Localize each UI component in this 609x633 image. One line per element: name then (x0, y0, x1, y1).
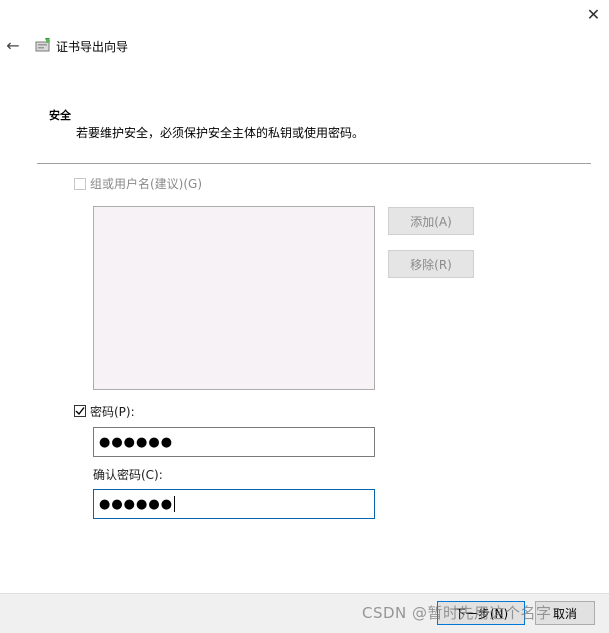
next-button[interactable]: 下一步(N) (437, 601, 525, 625)
close-icon: ✕ (586, 4, 601, 24)
password-input[interactable]: ●●●●●● (93, 427, 375, 457)
cancel-button[interactable]: 取消 (535, 601, 595, 625)
password-value: ●●●●●● (99, 434, 174, 450)
section-description: 若要维护安全，必须保护安全主体的私钥或使用密码。 (76, 126, 365, 140)
back-arrow-icon: ← (6, 35, 20, 55)
checkmark-icon (75, 407, 85, 416)
password-label: 密码(P): (90, 405, 135, 419)
text-caret (174, 496, 176, 512)
wizard-title: 证书导出向导 (56, 40, 129, 54)
close-button[interactable]: ✕ (578, 0, 609, 28)
confirm-password-label: 确认密码(C): (93, 468, 163, 482)
remove-button[interactable]: 移除(R) (388, 250, 474, 278)
certificate-wizard-icon (35, 38, 50, 52)
back-button[interactable]: ← (2, 34, 24, 56)
group-user-label: 组或用户名(建议)(G) (90, 177, 203, 191)
add-button[interactable]: 添加(A) (388, 207, 474, 235)
confirm-password-value: ●●●●●● (99, 496, 174, 512)
group-user-list[interactable] (93, 206, 375, 390)
password-checkbox[interactable] (74, 405, 86, 417)
confirm-password-input[interactable]: ●●●●●● (93, 489, 375, 519)
separator (37, 163, 591, 164)
group-user-checkbox[interactable] (74, 178, 86, 190)
section-title: 安全 (49, 109, 71, 122)
